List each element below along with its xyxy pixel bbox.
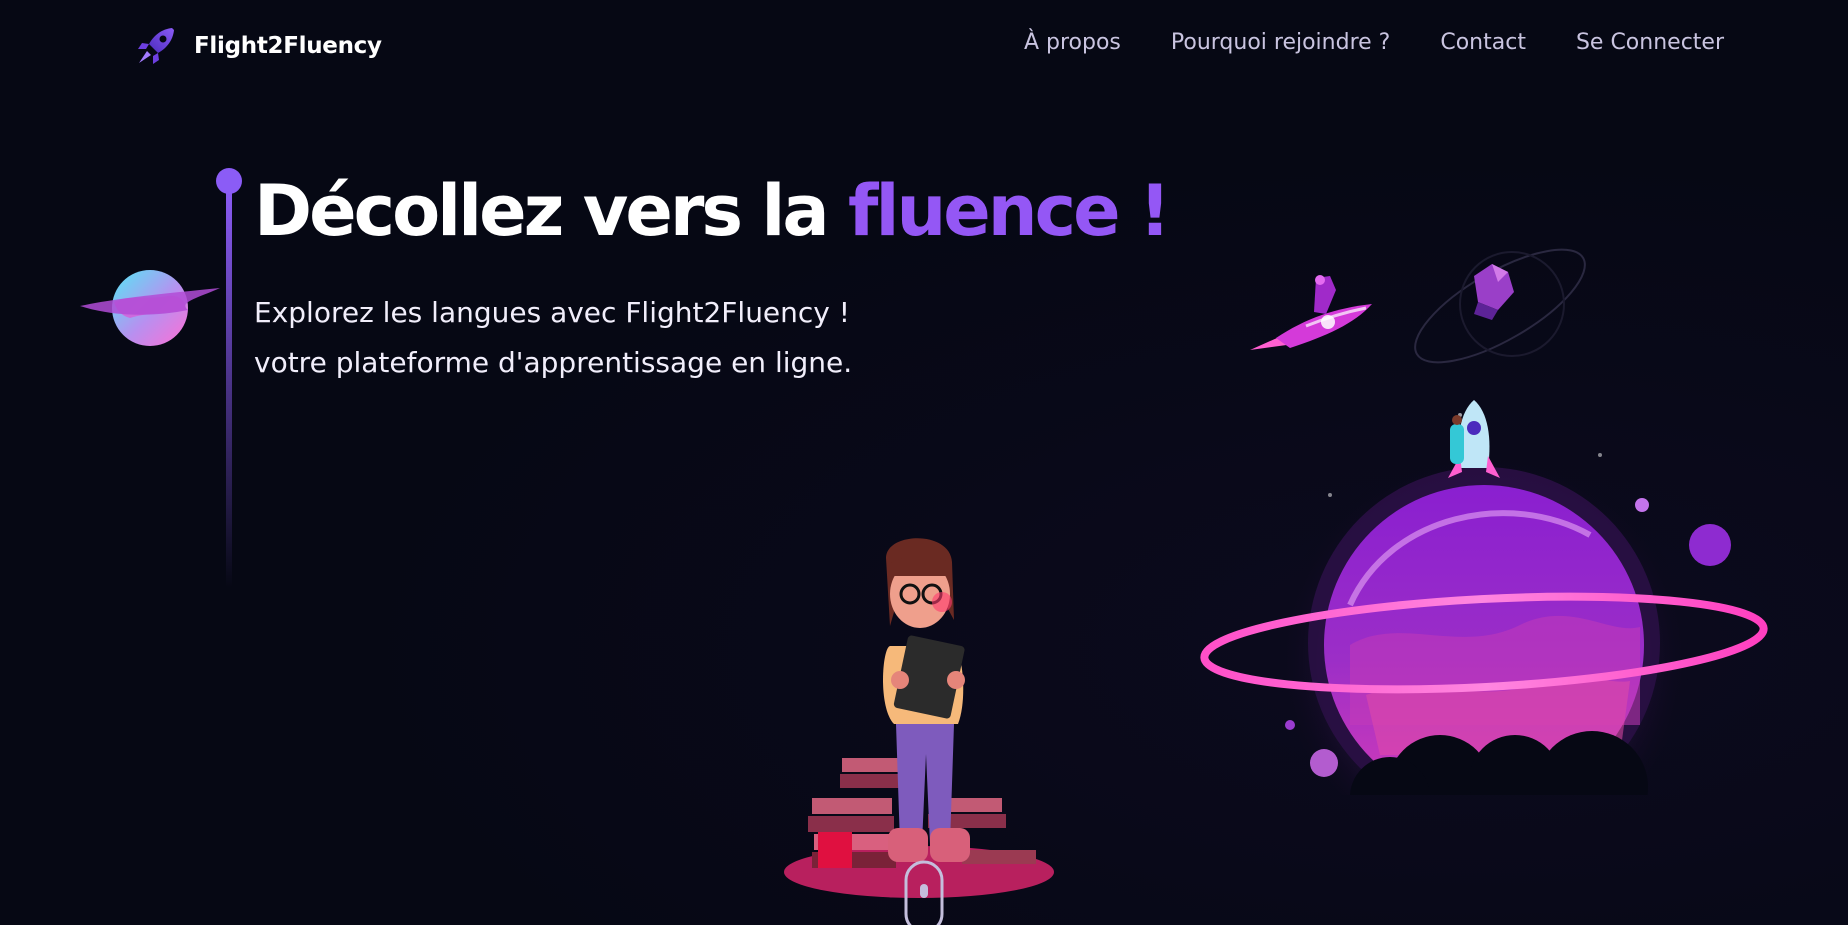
timeline-decoration (216, 168, 242, 588)
asteroid-icon (1414, 248, 1586, 364)
nav-link-login[interactable]: Se Connecter (1576, 30, 1724, 55)
girl-reading-illustration (784, 538, 1054, 898)
standing-rocket-icon (1448, 400, 1500, 478)
main-nav: À propos Pourquoi rejoindre ? Contact Se… (1024, 30, 1724, 55)
site-header: Flight2Fluency À propos Pourquoi rejoind… (0, 0, 1848, 96)
hero-subtitle-line-1: Explorez les langues avec Flight2Fluency… (254, 296, 850, 329)
logo-link[interactable]: Flight2Fluency (132, 22, 382, 70)
landing-page: Flight2Fluency À propos Pourquoi rejoind… (0, 0, 1848, 925)
logo-text: Flight2Fluency (194, 33, 382, 59)
planet-icon (80, 270, 220, 346)
hero-title: Décollez vers la fluence ! (254, 170, 1171, 252)
hero-subtitle: Explorez les langues avec Flight2Fluency… (254, 288, 852, 388)
nav-link-contact[interactable]: Contact (1440, 30, 1526, 55)
hero-title-main: Décollez vers la (254, 170, 849, 252)
nav-link-about[interactable]: À propos (1024, 30, 1121, 55)
hero-subtitle-line-2: votre plateforme d'apprentissage en lign… (254, 346, 853, 379)
rocket-icon (138, 28, 174, 64)
rocket-with-person-icon (1250, 275, 1372, 350)
mouse-scroll-icon[interactable] (904, 860, 944, 925)
nav-link-why-join[interactable]: Pourquoi rejoindre ? (1171, 30, 1390, 55)
timeline-line (226, 188, 232, 588)
hero-title-accent: fluence ! (848, 170, 1171, 252)
